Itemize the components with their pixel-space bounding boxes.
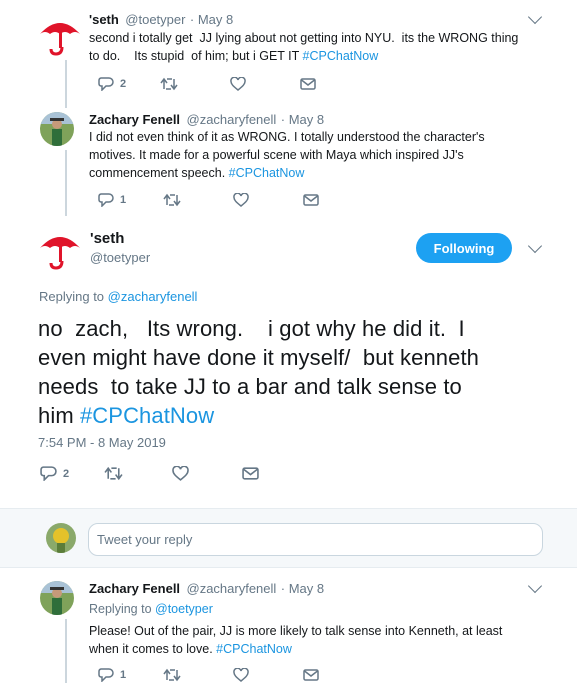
- heart-icon: [230, 77, 246, 91]
- hashtag-link[interactable]: #CPChatNow: [229, 166, 305, 180]
- author-name[interactable]: 'seth: [90, 230, 150, 247]
- reply-button[interactable]: 2: [98, 77, 126, 91]
- envelope-icon: [242, 467, 259, 480]
- like-button[interactable]: [172, 466, 189, 481]
- tweet-zachary-1[interactable]: Zachary Fenell @zacharyfenell · May 8 I …: [0, 96, 577, 216]
- avatar[interactable]: [38, 14, 82, 58]
- reply-icon: [98, 668, 114, 682]
- thread-line: [65, 96, 67, 108]
- heart-icon: [172, 466, 189, 481]
- tweet-text: I did not even think of it as WRONG. I t…: [89, 130, 485, 180]
- reply-count: 1: [120, 669, 127, 681]
- envelope-icon: [300, 78, 316, 90]
- reply-count: 2: [63, 467, 70, 480]
- reply-button[interactable]: 2: [40, 466, 69, 481]
- message-button[interactable]: [242, 467, 259, 480]
- tweet-text: no zach, Its wrong. i got why he did it.…: [38, 316, 479, 428]
- hashtag-link[interactable]: #CPChatNow: [216, 642, 292, 656]
- envelope-icon: [303, 669, 319, 681]
- like-button[interactable]: [233, 193, 249, 207]
- replying-to: Replying to @zacharyfenell: [39, 289, 198, 304]
- avatar[interactable]: [40, 112, 74, 146]
- retweet-icon: [160, 77, 178, 91]
- replying-to-link[interactable]: @zacharyfenell: [108, 289, 198, 304]
- thread-line: [65, 150, 67, 216]
- tweet-time[interactable]: · May 8: [281, 112, 324, 127]
- main-tweet: 'seth @toetyper Following Replying to @z…: [0, 216, 577, 496]
- reply-count: 1: [120, 194, 127, 206]
- profile-image-icon: [46, 523, 76, 553]
- tweet-zachary-2[interactable]: Zachary Fenell @zacharyfenell · May 8 Re…: [0, 568, 577, 683]
- reply-button[interactable]: 1: [98, 193, 126, 207]
- author-name[interactable]: Zachary Fenell: [89, 581, 180, 596]
- author-handle[interactable]: @zacharyfenell: [187, 581, 277, 596]
- tweet-actions: 1: [98, 668, 319, 682]
- replying-to: Replying to @toetyper: [89, 602, 213, 616]
- runner-photo-icon: [40, 112, 74, 146]
- hashtag-link[interactable]: #CPChatNow: [303, 49, 379, 63]
- runner-photo-icon: [40, 581, 74, 615]
- tweet-actions: 2: [40, 466, 259, 481]
- author-handle[interactable]: @toetyper: [90, 250, 150, 265]
- reply-count: 2: [120, 78, 127, 90]
- message-button[interactable]: [303, 194, 319, 206]
- like-button[interactable]: [233, 668, 249, 682]
- author-handle[interactable]: @zacharyfenell: [187, 112, 277, 127]
- retweet-button[interactable]: [104, 466, 123, 481]
- tweet-time[interactable]: · May 8: [190, 12, 233, 27]
- avatar[interactable]: [38, 228, 82, 272]
- chevron-down-icon[interactable]: [527, 9, 543, 25]
- reply-icon: [98, 77, 114, 91]
- reply-input[interactable]: Tweet your reply: [88, 523, 543, 556]
- retweet-icon: [163, 668, 181, 682]
- tweet-time[interactable]: · May 8: [281, 581, 324, 596]
- hashtag-link[interactable]: #CPChatNow: [80, 403, 214, 428]
- heart-icon: [233, 668, 249, 682]
- envelope-icon: [303, 194, 319, 206]
- author-name[interactable]: 'seth: [89, 12, 119, 27]
- reply-icon: [98, 193, 114, 207]
- retweet-button[interactable]: [160, 77, 178, 91]
- retweet-icon: [104, 466, 123, 481]
- tweet-text: Please! Out of the pair, JJ is more like…: [89, 624, 503, 656]
- umbrella-icon: [40, 23, 80, 56]
- my-avatar[interactable]: [46, 523, 76, 553]
- reply-button[interactable]: 1: [98, 668, 126, 682]
- umbrella-icon: [40, 237, 80, 270]
- tweet-timestamp[interactable]: 7:54 PM - 8 May 2019: [38, 435, 166, 450]
- tweet-text: second i totally get JJ lying about not …: [89, 31, 519, 63]
- message-button[interactable]: [300, 78, 316, 90]
- following-button[interactable]: Following: [416, 233, 512, 263]
- author-name[interactable]: Zachary Fenell: [89, 112, 180, 127]
- retweet-button[interactable]: [163, 193, 181, 207]
- like-button[interactable]: [230, 77, 246, 91]
- message-button[interactable]: [303, 669, 319, 681]
- replying-to-link[interactable]: @toetyper: [155, 602, 213, 616]
- tweet-seth-1[interactable]: 'seth @toetyper · May 8 second i totally…: [0, 0, 577, 104]
- thread-line: [65, 619, 67, 683]
- avatar[interactable]: [40, 581, 74, 615]
- reply-icon: [40, 466, 57, 481]
- author-handle[interactable]: @toetyper: [125, 12, 185, 27]
- reply-composer: Tweet your reply: [0, 509, 577, 567]
- heart-icon: [233, 193, 249, 207]
- chevron-down-icon[interactable]: [527, 238, 543, 254]
- tweet-actions: 1: [98, 193, 319, 207]
- retweet-icon: [163, 193, 181, 207]
- retweet-button[interactable]: [163, 668, 181, 682]
- tweet-actions: 2: [98, 77, 316, 91]
- chevron-down-icon[interactable]: [527, 578, 543, 594]
